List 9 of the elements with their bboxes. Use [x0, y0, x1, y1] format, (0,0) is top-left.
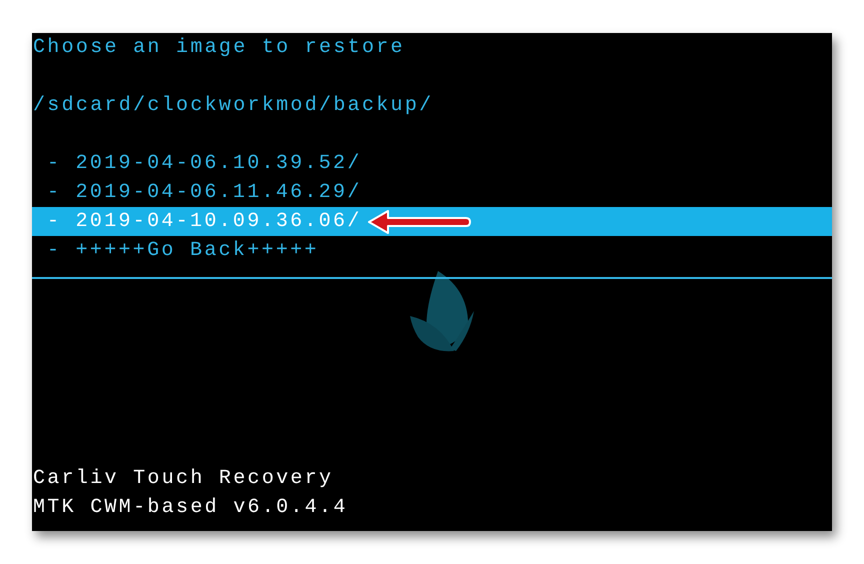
footer-text: Carliv Touch Recovery: [32, 466, 334, 492]
backup-list-item[interactable]: - 2019-04-06.10.39.52/: [32, 149, 832, 178]
screen-title: Choose an image to restore: [32, 35, 406, 61]
footer-text: MTK CWM-based v6.0.4.4: [32, 495, 349, 521]
backup-list-item[interactable]: - 2019-04-06.11.46.29/: [32, 178, 832, 207]
arrow-icon: [366, 208, 472, 234]
backup-list-item[interactable]: - +++++Go Back+++++: [32, 236, 832, 265]
backup-path: /sdcard/clockworkmod/backup/: [32, 93, 434, 119]
logo-icon: [410, 271, 474, 353]
